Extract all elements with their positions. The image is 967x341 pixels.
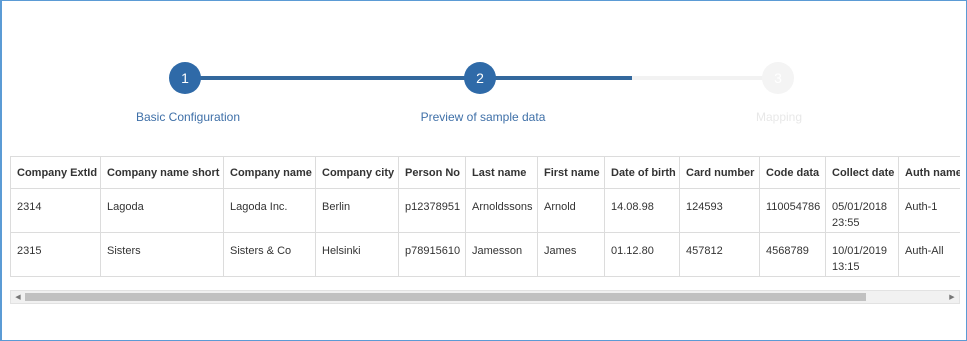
- table-cell: Sisters & Co: [223, 232, 316, 277]
- table-cell: Berlin: [315, 188, 399, 233]
- step-1-label[interactable]: Basic Configuration: [136, 110, 240, 124]
- table-cell: 457812: [679, 232, 760, 277]
- table-cell: 110054786: [759, 188, 826, 233]
- column-header-company-extid: Company ExtId: [10, 156, 101, 189]
- table-cell: Jamesson: [465, 232, 538, 277]
- step-3-circle: 3: [762, 62, 794, 94]
- step-2-label[interactable]: Preview of sample data: [421, 110, 546, 124]
- table-cell: 124593: [679, 188, 760, 233]
- wizard-progress-completed: [186, 76, 632, 80]
- table-row: 2314 Lagoda Lagoda Inc. Berlin p12378951…: [10, 188, 960, 233]
- table-cell: Auth-All: [898, 232, 960, 277]
- horizontal-scrollbar[interactable]: ◀ ▶: [10, 290, 960, 304]
- column-header-first-name: First name: [537, 156, 605, 189]
- table-cell: 2315: [10, 232, 101, 277]
- table-cell: James: [537, 232, 605, 277]
- table-cell: p12378951: [398, 188, 466, 233]
- scroll-left-arrow-icon[interactable]: ◀: [11, 291, 25, 303]
- column-header-date-of-birth: Date of birth: [604, 156, 680, 189]
- step-1-circle[interactable]: 1: [169, 62, 201, 94]
- table-header-row: Company ExtId Company name short Company…: [10, 156, 960, 189]
- wizard-progress-pending: [632, 76, 778, 80]
- table-cell: Lagoda: [100, 188, 224, 233]
- table-row: 2315 Sisters Sisters & Co Helsinki p7891…: [10, 232, 960, 277]
- column-header-collect-date: Collect date: [825, 156, 899, 189]
- sample-data-table: Company ExtId Company name short Company…: [10, 156, 960, 277]
- table-cell: Lagoda Inc.: [223, 188, 316, 233]
- table-cell: 14.08.98: [604, 188, 680, 233]
- table-cell: 4568789: [759, 232, 826, 277]
- table-cell: Arnoldssons: [465, 188, 538, 233]
- table-cell: 05/01/2018 23:55: [825, 188, 899, 233]
- column-header-code-data: Code data: [759, 156, 826, 189]
- step-2-circle[interactable]: 2: [464, 62, 496, 94]
- step-3-label: Mapping: [755, 110, 803, 124]
- table-cell: Auth-1: [898, 188, 960, 233]
- table-cell: 01.12.80: [604, 232, 680, 277]
- table-cell: Arnold: [537, 188, 605, 233]
- column-header-card-number: Card number: [679, 156, 760, 189]
- column-header-last-name: Last name: [465, 156, 538, 189]
- table-cell: p78915610: [398, 232, 466, 277]
- table-cell: Sisters: [100, 232, 224, 277]
- column-header-company-name-short: Company name short: [100, 156, 224, 189]
- sample-data-table-container[interactable]: Company ExtId Company name short Company…: [10, 156, 960, 290]
- content-panel: 1 Basic Configuration 2 Preview of sampl…: [0, 0, 967, 341]
- column-header-company-city: Company city: [315, 156, 399, 189]
- table-cell: 2314: [10, 188, 101, 233]
- table-cell: 10/01/2019 13:15: [825, 232, 899, 277]
- column-header-person-no: Person No: [398, 156, 466, 189]
- wizard-stepper: 1 Basic Configuration 2 Preview of sampl…: [2, 0, 967, 140]
- scroll-right-arrow-icon[interactable]: ▶: [945, 291, 959, 303]
- column-header-company-name: Company name: [223, 156, 316, 189]
- column-header-auth-name: Auth name: [898, 156, 960, 189]
- scrollbar-thumb[interactable]: [25, 293, 866, 301]
- table-cell: Helsinki: [315, 232, 399, 277]
